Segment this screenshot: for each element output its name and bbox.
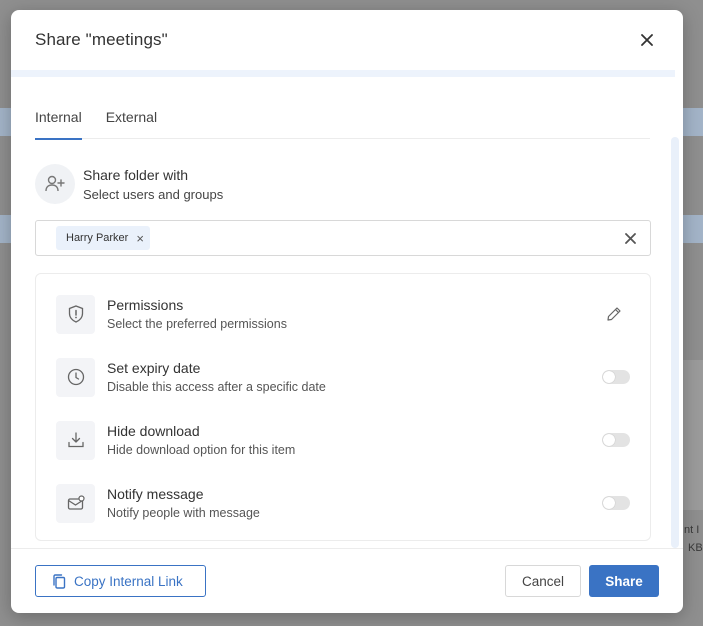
- share-button[interactable]: Share: [589, 565, 659, 597]
- add-user-avatar: [35, 164, 75, 204]
- pencil-icon: [607, 307, 621, 321]
- toggle-wrapper: [602, 370, 630, 384]
- download-icon: [67, 432, 84, 448]
- option-hide-download: Hide download Hide download option for t…: [56, 420, 630, 460]
- dialog-body: Internal External Share folder with Sele…: [11, 77, 683, 548]
- dialog-title: Share "meetings": [35, 30, 168, 49]
- tab-internal[interactable]: Internal: [35, 103, 82, 140]
- option-permissions: Permissions Select the preferred permiss…: [56, 294, 630, 334]
- clear-selection-button[interactable]: [625, 232, 636, 244]
- toggle-wrapper: [602, 496, 630, 510]
- share-dialog: Share "meetings" Internal External Share…: [11, 10, 683, 613]
- background-strip: [683, 215, 703, 243]
- option-notify-message: Notify message Notify people with messag…: [56, 483, 630, 523]
- tab-external[interactable]: External: [106, 103, 157, 139]
- user-chip: Harry Parker ×: [56, 226, 150, 250]
- notify-icon-box: [56, 483, 95, 523]
- background-strip: [0, 108, 11, 136]
- clear-icon: [625, 232, 636, 244]
- expiry-date-toggle[interactable]: [602, 370, 630, 384]
- option-subtitle: Notify people with message: [107, 506, 260, 520]
- user-chip-name: Harry Parker: [66, 232, 129, 244]
- option-subtitle: Disable this access after a specific dat…: [107, 380, 326, 394]
- share-options-card: Permissions Select the preferred permiss…: [35, 273, 651, 541]
- add-user-icon: [45, 175, 65, 192]
- remove-user-icon[interactable]: ×: [136, 232, 144, 245]
- option-title: Hide download: [107, 423, 200, 439]
- option-title: Notify message: [107, 486, 204, 502]
- close-icon: [641, 34, 653, 46]
- hide-download-toggle[interactable]: [602, 433, 630, 447]
- clock-icon: [67, 368, 84, 386]
- edit-permissions-button[interactable]: [606, 306, 622, 322]
- dialog-header: Share "meetings": [11, 10, 683, 70]
- copy-internal-link-button[interactable]: Copy Internal Link: [35, 565, 206, 597]
- scrollbar[interactable]: [671, 137, 679, 548]
- background-panel: [683, 360, 703, 510]
- option-subtitle: Select the preferred permissions: [107, 317, 287, 331]
- option-title: Set expiry date: [107, 360, 201, 376]
- dialog-footer: Copy Internal Link Cancel Share: [11, 548, 683, 613]
- background-strip: [683, 108, 703, 136]
- share-with-title: Share folder with: [83, 166, 189, 183]
- share-tabs: Internal External: [35, 103, 650, 140]
- header-band: [11, 70, 675, 77]
- background-text: nt I: [684, 524, 700, 536]
- expiry-icon-box: [56, 357, 95, 397]
- option-expiry-date: Set expiry date Disable this access afte…: [56, 357, 630, 397]
- option-title: Permissions: [107, 297, 184, 313]
- close-button[interactable]: [635, 28, 659, 52]
- copy-link-label: Copy Internal Link: [74, 573, 183, 589]
- download-icon-box: [56, 420, 95, 460]
- cancel-button[interactable]: Cancel: [505, 565, 581, 597]
- background-text: KB: [688, 542, 703, 554]
- mail-notify-icon: [67, 495, 85, 510]
- toggle-wrapper: [602, 433, 630, 447]
- background-strip: [0, 215, 11, 243]
- copy-icon: [53, 573, 66, 589]
- notify-message-toggle[interactable]: [602, 496, 630, 510]
- share-with-subtitle: Select users and groups: [83, 186, 224, 202]
- option-subtitle: Hide download option for this item: [107, 443, 296, 457]
- permissions-icon-box: [56, 294, 95, 334]
- user-select-input[interactable]: Harry Parker ×: [35, 220, 651, 256]
- shield-alert-icon: [68, 305, 83, 323]
- share-folder-with: Share folder with Select users and group…: [35, 164, 223, 204]
